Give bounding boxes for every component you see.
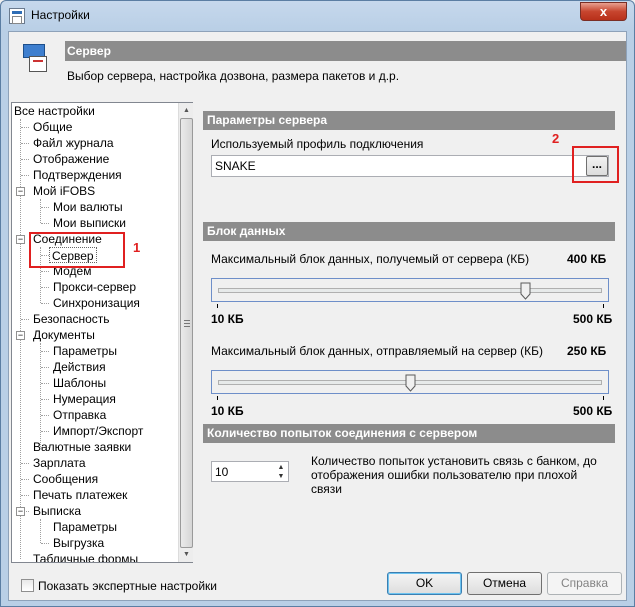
help-button[interactable]: Справка [547,572,622,595]
collapse-icon[interactable]: − [16,235,25,244]
receive-max-label: 500 КБ [573,312,613,326]
collapse-icon[interactable]: − [16,331,25,340]
receive-min-label: 10 КБ [211,312,244,326]
tree-item-statement[interactable]: Выписка [33,503,81,519]
send-block-value: 250 КБ [567,344,607,358]
send-block-label: Максимальный блок данных, отправляемый н… [211,344,544,358]
app-icon [9,8,25,24]
retries-spinner[interactable]: 10 ▲ ▼ [211,461,289,482]
tree-item-currency-requests[interactable]: Валютные заявки [33,439,131,455]
expert-settings-checkbox[interactable] [21,579,34,592]
retries-value: 10 [215,465,229,479]
page-header: Сервер Выбор сервера, настройка дозвона,… [9,32,626,90]
spin-up-icon[interactable]: ▲ [275,463,287,472]
tree-item-statement-params[interactable]: Параметры [53,519,117,535]
receive-slider-thumb[interactable] [520,282,531,300]
profile-value: SNAKE [215,159,256,173]
send-min-label: 10 КБ [211,404,244,418]
tree-item-confirmations[interactable]: Подтверждения [33,167,122,183]
send-block-slider[interactable] [211,370,609,400]
dialog-footer: Показать экспертные настройки OK Отмена … [9,564,626,600]
tree-item-sync[interactable]: Синхронизация [53,295,140,311]
tree-item-print-payments[interactable]: Печать платежек [33,487,127,503]
profile-input[interactable]: SNAKE [211,155,609,177]
tree-item-my-statements[interactable]: Мои выписки [53,215,126,231]
collapse-icon[interactable]: − [16,507,25,516]
tree-item-actions[interactable]: Действия [53,359,106,375]
settings-content: Параметры сервера Используемый профиль п… [201,102,617,564]
slider-tick [217,304,218,308]
receive-block-label: Максимальный блок данных, получемый от с… [211,252,530,266]
server-params-header: Параметры сервера [203,111,615,130]
receive-block-value: 400 КБ [567,252,607,266]
title-bar[interactable]: Настройки x [1,1,634,31]
annotation-number-2: 2 [552,131,560,146]
tree-item-table-forms[interactable]: Табличные формы [33,551,138,562]
settings-server-icon [23,44,49,74]
send-max-label: 500 КБ [573,404,613,418]
tree-item-import-export[interactable]: Импорт/Экспорт [53,423,143,439]
tree-item-log-file[interactable]: Файл журнала [33,135,114,151]
annotation-number-1: 1 [133,240,141,255]
retries-description-3: связи [311,482,342,496]
scroll-thumb[interactable] [180,118,193,548]
tree-item-all-settings[interactable]: Все настройки [14,103,95,119]
tree-scrollbar[interactable]: ▲ ▼ [178,103,193,562]
scroll-down-icon[interactable]: ▼ [179,547,194,562]
scroll-up-icon[interactable]: ▲ [179,103,194,118]
tree-item-my-ifobs[interactable]: Мой iFOBS [33,183,95,199]
tree-item-documents[interactable]: Документы [33,327,95,343]
settings-window: Настройки x Сервер Выбор сервера, настро… [0,0,635,607]
slider-tick [217,396,218,400]
slider-tick [603,396,604,400]
annotation-box-1 [29,232,125,268]
tree-item-security[interactable]: Безопасность [33,311,110,327]
ok-button[interactable]: OK [387,572,462,595]
tree-item-numbering[interactable]: Нумерация [53,391,116,407]
send-slider-thumb[interactable] [405,374,416,392]
profile-label: Используемый профиль подключения [211,137,424,151]
expert-settings-label[interactable]: Показать экспертные настройки [38,579,217,593]
data-block-header: Блок данных [203,222,615,241]
retries-description-2: отображения ошибки пользователю при плох… [311,468,578,482]
annotation-box-2 [572,146,619,183]
tree-item-doc-params[interactable]: Параметры [53,343,117,359]
close-button[interactable]: x [580,2,627,21]
tree-item-messages[interactable]: Сообщения [33,471,98,487]
page-description: Выбор сервера, настройка дозвона, размер… [67,69,400,83]
tree-item-general[interactable]: Общие [33,119,72,135]
collapse-icon[interactable]: − [16,187,25,196]
slider-tick [603,304,604,308]
retries-description-1: Количество попыток установить связь с ба… [311,454,597,468]
spin-down-icon[interactable]: ▼ [275,472,287,481]
tree-item-salary[interactable]: Зарплата [33,455,86,471]
dialog-client: Сервер Выбор сервера, настройка дозвона,… [8,31,627,601]
window-title: Настройки [31,8,90,22]
tree-item-proxy-server[interactable]: Прокси-сервер [53,279,136,295]
settings-tree: − − − − Все настройки Общие Файл журнала… [11,102,193,563]
tree-item-my-currencies[interactable]: Мои валюты [53,199,123,215]
receive-block-slider[interactable] [211,278,609,308]
tree-item-unload[interactable]: Выгрузка [53,535,104,551]
tree-content: − − − − Все настройки Общие Файл журнала… [12,103,178,562]
cancel-button[interactable]: Отмена [467,572,542,595]
tree-item-sending[interactable]: Отправка [53,407,106,423]
tree-item-templates[interactable]: Шаблоны [53,375,106,391]
retries-header: Количество попыток соединения с сервером [203,424,615,443]
tree-item-display[interactable]: Отображение [33,151,109,167]
page-title: Сервер [65,41,626,61]
